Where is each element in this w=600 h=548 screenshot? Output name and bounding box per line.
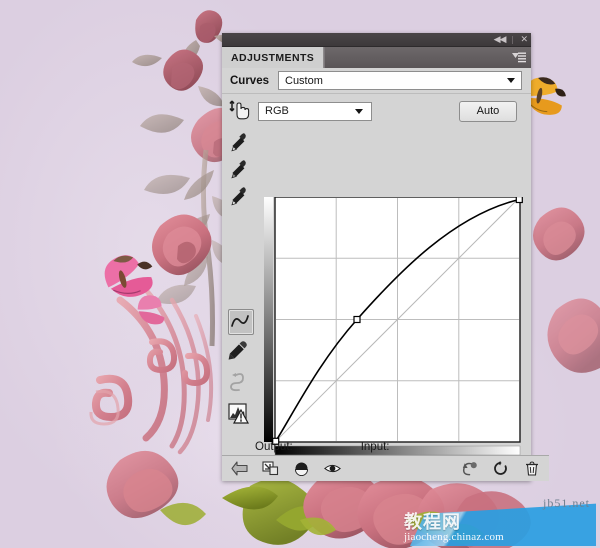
titlebar-separator bbox=[512, 35, 514, 44]
preview-button[interactable] bbox=[324, 460, 341, 477]
panel-titlebar: ◀◀ ✕ bbox=[222, 33, 531, 47]
reset-adjustment-button[interactable] bbox=[492, 460, 509, 477]
input-label: Input: bbox=[360, 441, 390, 453]
panel-menu-icon[interactable] bbox=[512, 52, 526, 63]
targeted-adjustment-tool[interactable] bbox=[228, 98, 252, 122]
adjustment-type-label: Curves bbox=[230, 74, 269, 87]
return-to-adjustment-list-button[interactable] bbox=[231, 460, 248, 477]
clip-to-layer-button[interactable] bbox=[262, 460, 279, 477]
adjustments-panel: ◀◀ ✕ ADJUSTMENTS Curves Custom RGB Auto … bbox=[222, 33, 549, 481]
black-point-eyedropper[interactable] bbox=[228, 130, 252, 154]
channel-value: RGB bbox=[265, 105, 289, 117]
curve-point-white[interactable] bbox=[515, 197, 523, 204]
auto-button[interactable]: Auto bbox=[459, 100, 517, 122]
smooth-curve-tool[interactable] bbox=[228, 368, 252, 392]
channel-dropdown[interactable]: RGB bbox=[258, 101, 372, 121]
channel-row: RGB Auto bbox=[258, 98, 523, 124]
preset-dropdown[interactable]: Custom bbox=[278, 71, 522, 90]
toggle-layer-visibility-button[interactable] bbox=[293, 460, 310, 477]
preset-value: Custom bbox=[285, 74, 323, 87]
close-icon[interactable]: ✕ bbox=[520, 35, 527, 44]
curves-tool-column bbox=[222, 94, 258, 480]
histogram-warning-icon[interactable] bbox=[228, 402, 252, 426]
output-gradient-strip bbox=[264, 197, 273, 442]
reset-to-previous-button[interactable] bbox=[461, 460, 478, 477]
curve-point-mid[interactable] bbox=[353, 315, 361, 324]
preset-row: Curves Custom bbox=[222, 68, 531, 94]
tab-adjustments[interactable]: ADJUSTMENTS bbox=[222, 47, 325, 68]
tabstrip-filler bbox=[324, 47, 531, 68]
pencil-draw-tool[interactable] bbox=[228, 339, 252, 363]
panel-body: RGB Auto Output: Input: bbox=[222, 94, 531, 480]
panel-footer bbox=[222, 455, 549, 481]
chevron-down-icon bbox=[507, 78, 515, 83]
panel-tabstrip: ADJUSTMENTS bbox=[222, 47, 531, 68]
chevron-down-icon bbox=[355, 108, 363, 114]
edit-points-curve-tool[interactable] bbox=[228, 309, 254, 335]
output-label: Output: bbox=[255, 441, 293, 453]
delete-adjustment-button[interactable] bbox=[523, 460, 540, 477]
gray-point-eyedropper[interactable] bbox=[228, 157, 252, 181]
collapse-to-icons-button[interactable]: ◀◀ bbox=[494, 35, 507, 44]
white-point-eyedropper[interactable] bbox=[228, 184, 252, 208]
curves-graph[interactable] bbox=[264, 197, 526, 469]
